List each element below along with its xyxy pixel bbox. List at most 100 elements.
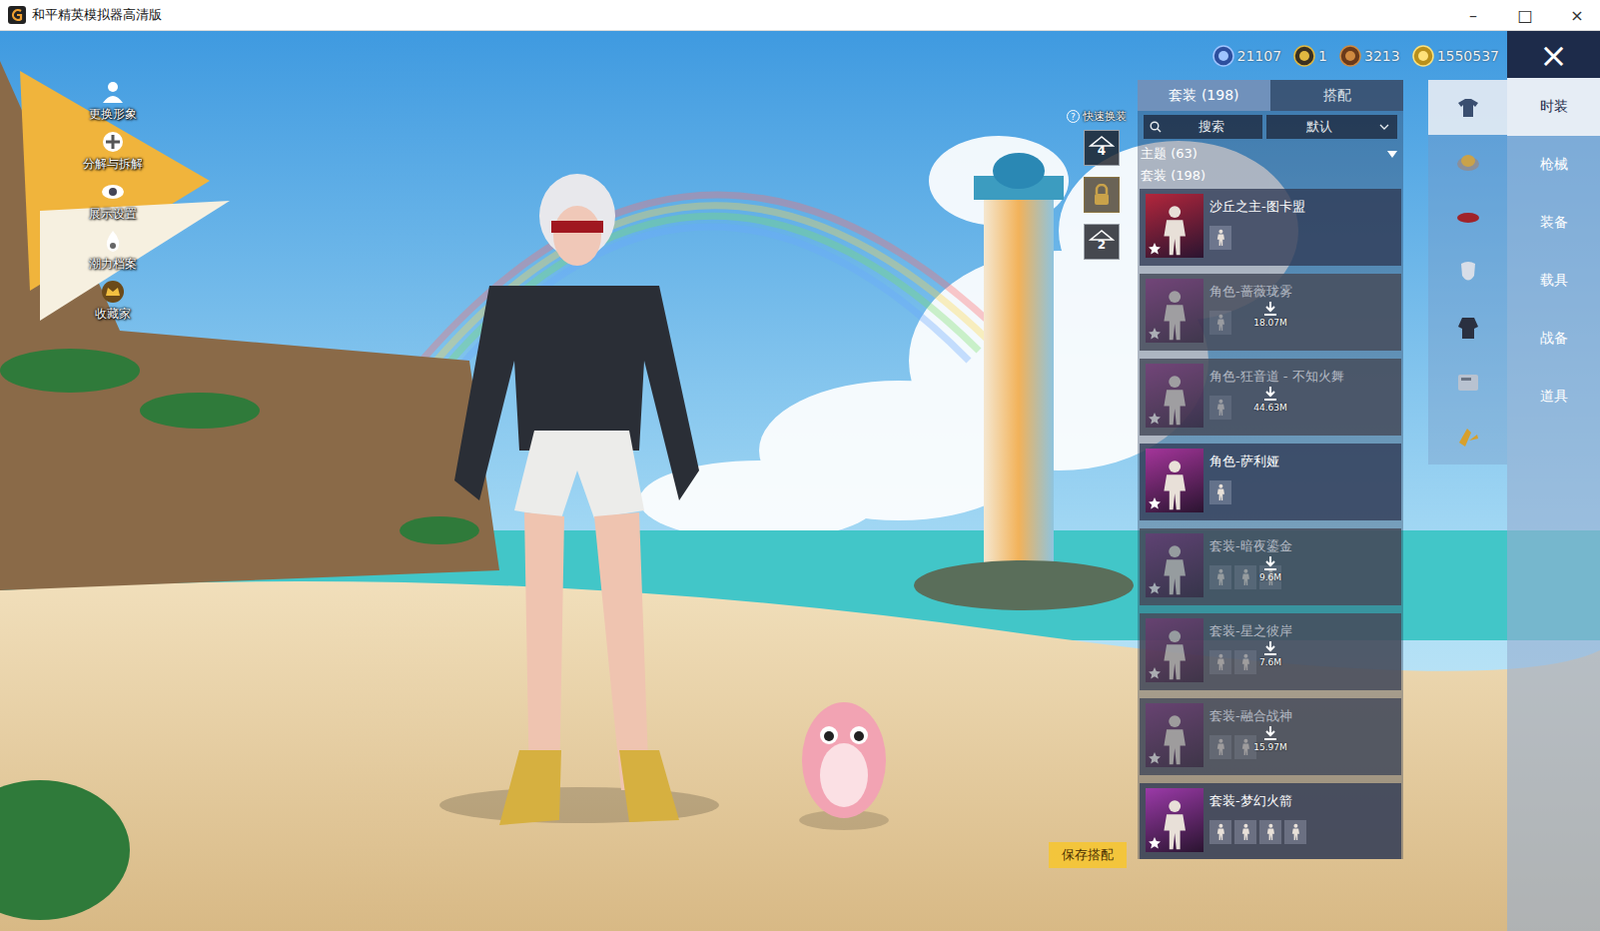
- favorite-badge: [1147, 326, 1162, 341]
- subcategory-button[interactable]: [1428, 409, 1508, 465]
- currency: 1: [1293, 44, 1328, 67]
- favorite-badge: [1147, 835, 1162, 850]
- figure-icon: [1158, 543, 1191, 598]
- character-stage: [149, 30, 1031, 931]
- left-menu-label: 分解与拆解: [82, 155, 143, 173]
- subcategory-button[interactable]: [1428, 244, 1508, 300]
- star-icon: [1147, 581, 1162, 596]
- figure-icon: [1215, 228, 1227, 247]
- eye-icon: [99, 178, 126, 205]
- outfit-part: [1209, 650, 1232, 675]
- outfit-item[interactable]: 套装-融合战神15.97M: [1139, 698, 1402, 776]
- download-size: 18.07M: [1253, 317, 1288, 328]
- outfit-part: [1234, 735, 1257, 760]
- left-menu-item[interactable]: 分解与拆解: [75, 128, 150, 173]
- left-menu-item[interactable]: 潮力档案: [75, 228, 150, 273]
- outfit-thumbnail: [1145, 193, 1204, 258]
- help-button[interactable]: ?: [1066, 109, 1080, 123]
- download-indicator[interactable]: 15.97M: [1139, 725, 1402, 753]
- avatar-icon: [99, 78, 126, 105]
- window-control[interactable]: –: [1450, 0, 1497, 30]
- figure-icon: [1265, 822, 1277, 841]
- currency: 3213: [1339, 44, 1401, 67]
- diamond-currency-icon: [1212, 44, 1235, 67]
- download-indicator[interactable]: 7.6M: [1139, 640, 1402, 668]
- sort-dropdown[interactable]: 默认: [1266, 114, 1398, 139]
- window-control[interactable]: ×: [1554, 0, 1600, 30]
- close-button[interactable]: ×: [1507, 30, 1600, 78]
- preset-slot[interactable]: [1083, 176, 1120, 213]
- subcategory-button[interactable]: [1428, 354, 1508, 410]
- outfit-part: [1209, 225, 1232, 250]
- search-icon: [1149, 120, 1162, 133]
- outfit-item[interactable]: 沙丘之主-图卡盟: [1139, 188, 1402, 266]
- figure-icon: [1215, 398, 1227, 417]
- outfit-part: [1209, 395, 1232, 420]
- tab[interactable]: 搭配: [1270, 79, 1404, 111]
- quick-change: ?快速换装42保存搭配: [1030, 30, 1127, 931]
- star-icon: [1147, 411, 1162, 426]
- save-button[interactable]: 保存搭配: [1048, 841, 1127, 868]
- app-window: 和平精英模拟器高清版–□×更换形象分解与拆解展示设置潮力档案收藏家?快速换装42…: [0, 0, 1600, 931]
- figure-icon: [1158, 458, 1191, 513]
- subcategory-button[interactable]: [1428, 134, 1508, 190]
- download-icon: [1263, 555, 1278, 572]
- outfit-part: [1209, 735, 1232, 760]
- outfit-item[interactable]: 角色-狂音道 - 不知火舞44.63M: [1139, 358, 1402, 436]
- collector-icon: [99, 278, 126, 305]
- window-control[interactable]: □: [1502, 0, 1549, 30]
- subcategory-button[interactable]: [1428, 79, 1508, 135]
- outfit-name: 套装-暗夜鎏金: [1209, 537, 1396, 556]
- pet: [799, 702, 889, 830]
- outfit-part: [1209, 565, 1232, 590]
- outfit-part: [1284, 819, 1307, 844]
- filter-line[interactable]: 主题 (63): [1137, 142, 1404, 165]
- download-indicator[interactable]: 9.6M: [1139, 555, 1402, 583]
- search-field[interactable]: 搜索: [1143, 114, 1263, 139]
- category-tab[interactable]: 战备: [1507, 309, 1600, 368]
- figure-icon: [1158, 798, 1191, 852]
- clothes-icon: [1453, 312, 1484, 343]
- category-tab[interactable]: 装备: [1507, 193, 1600, 252]
- outfit-part: [1234, 819, 1257, 844]
- outfit-item[interactable]: 角色-萨利娅: [1139, 443, 1402, 521]
- figure-icon: [1240, 653, 1252, 672]
- category-tab[interactable]: 道具: [1507, 367, 1600, 426]
- outfit-name: 套装-梦幻火箭: [1209, 792, 1396, 810]
- headwear-icon: [1453, 147, 1484, 178]
- preset-slot[interactable]: 2: [1083, 223, 1120, 260]
- figure-icon: [1215, 822, 1227, 841]
- subcategory-button[interactable]: [1428, 299, 1508, 355]
- outfit-thumbnail: [1145, 618, 1204, 683]
- left-menu-item[interactable]: 更换形象: [75, 78, 150, 123]
- window-title: 和平精英模拟器高清版: [31, 5, 1445, 24]
- star-icon: [1147, 326, 1162, 341]
- download-indicator[interactable]: 18.07M: [1139, 300, 1402, 328]
- subcategory-button[interactable]: [1428, 189, 1508, 245]
- app-logo-icon: [7, 5, 26, 24]
- download-indicator[interactable]: 44.63M: [1139, 385, 1402, 413]
- card-icon: [1453, 367, 1484, 398]
- download-size: 7.6M: [1259, 657, 1282, 668]
- decompose-icon: [99, 128, 126, 155]
- left-menu-item[interactable]: 收藏家: [75, 278, 150, 323]
- figure-icon: [1215, 653, 1227, 672]
- preset-slot[interactable]: 4: [1083, 129, 1120, 166]
- category-tab[interactable]: 载具: [1507, 251, 1600, 310]
- download-icon: [1263, 300, 1278, 317]
- outfit-part: [1209, 819, 1232, 844]
- currency-value: 1: [1318, 47, 1328, 64]
- download-icon: [1263, 385, 1278, 402]
- outfit-thumbnail: [1145, 363, 1204, 428]
- favorite-badge: [1147, 411, 1162, 426]
- left-menu-item[interactable]: 展示设置: [75, 178, 150, 223]
- category-bar: ×时装枪械装备载具战备道具: [1507, 30, 1600, 931]
- category-tab[interactable]: 时装: [1507, 77, 1600, 136]
- outfit-item[interactable]: 套装-暗夜鎏金9.6M: [1139, 528, 1402, 606]
- outfit-item[interactable]: 套装-梦幻火箭: [1139, 783, 1402, 859]
- outfit-item[interactable]: 角色-蔷薇珑雾18.07M: [1139, 273, 1402, 351]
- outfit-item[interactable]: 套装-星之彼岸7.6M: [1139, 613, 1402, 691]
- category-tab[interactable]: 枪械: [1507, 135, 1600, 194]
- outfit-thumbnail: [1145, 533, 1204, 598]
- tab[interactable]: 套装 (198): [1137, 79, 1271, 111]
